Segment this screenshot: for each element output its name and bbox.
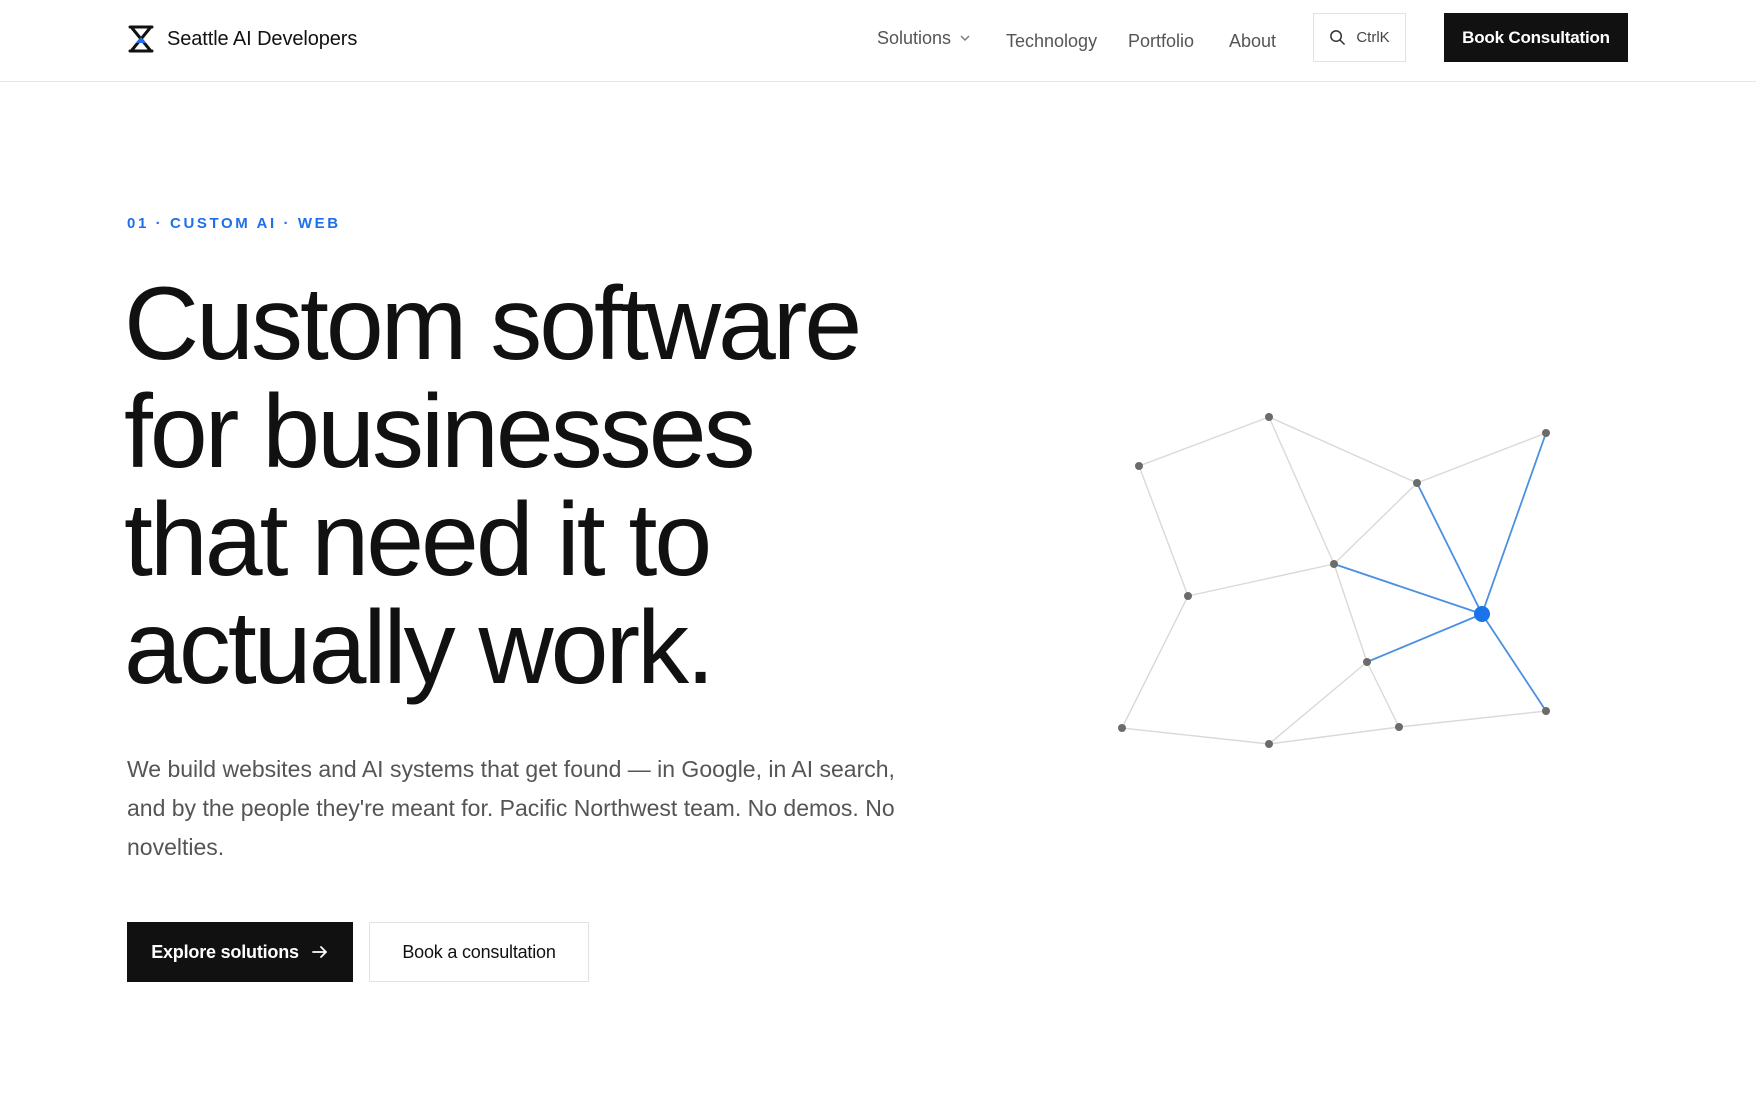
network-active-edge [1333,563,1483,615]
nav-solutions-label: Solutions [877,28,952,48]
network-edge [1121,595,1189,729]
nav-solutions[interactable]: Solutions [877,27,971,49]
explore-solutions-label: Explore solutions [151,941,299,962]
network-edge [1138,465,1189,597]
headline-line: that need it to [124,482,712,598]
network-active-edge [1416,482,1483,615]
network-edge [1333,563,1368,663]
nav-technology[interactable]: Technology [1006,30,1097,52]
network-edge [1138,416,1270,467]
network-edge [1121,727,1270,745]
explore-solutions-button[interactable]: Explore solutions [127,922,353,982]
hero-headline: Custom software for businesses that need… [124,270,984,702]
hero-subtext: We build websites and AI systems that ge… [127,756,895,860]
network-edge [1398,710,1547,728]
network-node [1413,479,1421,487]
headline-line: actually work. [124,590,715,706]
network-node [1118,724,1126,732]
network-edge [1416,432,1547,484]
nav-about[interactable]: About [1229,30,1276,52]
brand[interactable]: Seattle AI Developers [127,24,357,54]
network-node [1184,592,1192,600]
network-lines [1121,416,1547,745]
arrow-right-icon [311,946,327,958]
network-hub-node [1474,606,1490,622]
headline-line: for businesses [124,374,756,490]
network-node [1542,429,1550,437]
chevron-down-icon [960,35,970,41]
network-node [1363,658,1371,666]
network-edge [1366,661,1400,728]
hero-eyebrow: 01 · CUSTOM AI · WEB [127,215,341,232]
network-node [1395,723,1403,731]
site-header: Seattle AI Developers Solutions Technolo… [0,0,1756,82]
brand-name: Seattle AI Developers [167,27,358,50]
book-consultation-button[interactable]: Book Consultation [1444,13,1628,62]
network-node [1265,413,1273,421]
network-graph-illustration [1118,413,1550,748]
network-active-edge [1481,613,1547,712]
search-shortcut: CtrlK [1356,29,1390,46]
network-node [1135,462,1143,470]
search-button[interactable]: CtrlK [1313,13,1406,62]
search-icon [1330,30,1346,45]
network-node [1265,740,1273,748]
network-edge [1268,726,1400,745]
nav-portfolio[interactable]: Portfolio [1128,30,1194,52]
hourglass-x-logo-icon [128,25,154,53]
network-edge [1268,416,1335,565]
network-active-edge [1481,432,1547,615]
network-edge [1187,563,1335,597]
network-active-edge [1366,613,1483,663]
network-edge [1268,661,1368,745]
network-edge [1268,416,1418,484]
network-node [1330,560,1338,568]
book-a-consultation-button[interactable]: Book a consultation [369,922,589,982]
network-edge [1333,482,1418,565]
network-node [1542,707,1550,715]
headline-line: Custom software [124,266,862,382]
